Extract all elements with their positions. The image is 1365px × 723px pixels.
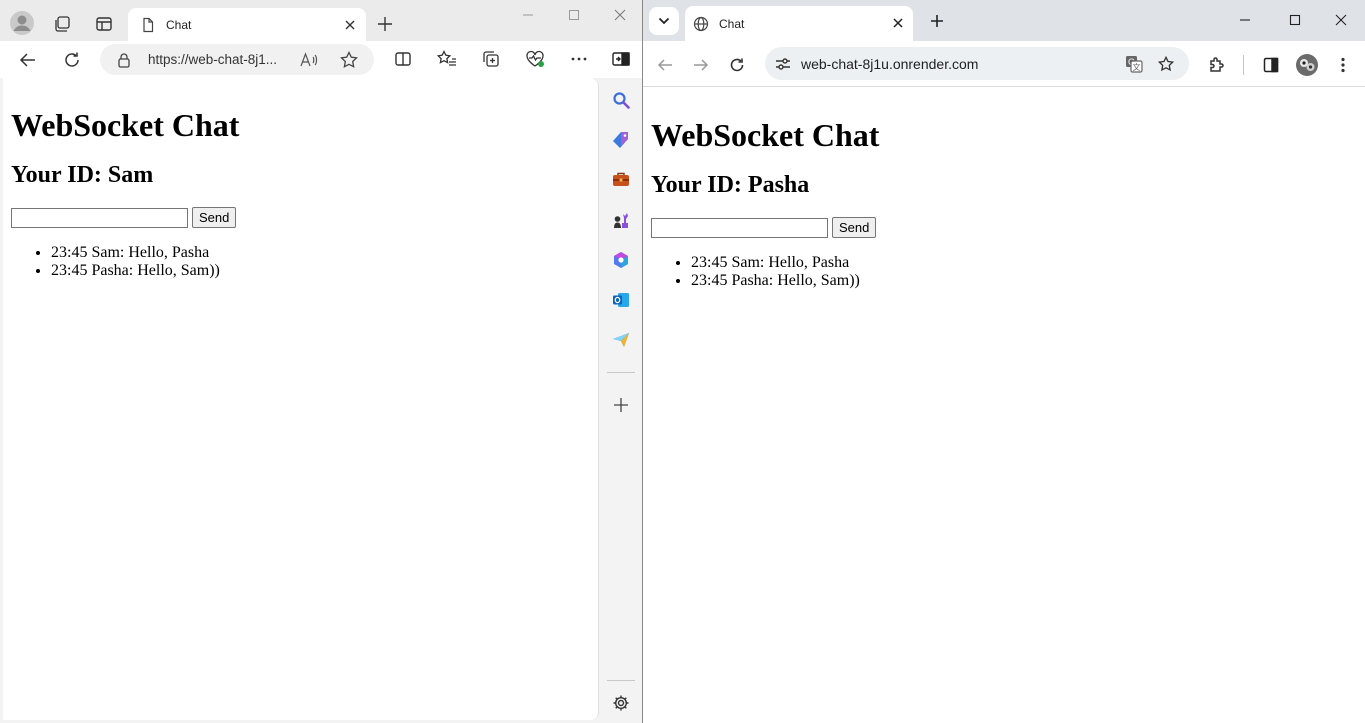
address-bar[interactable]: web-chat-8j1u.onrender.com G文 bbox=[765, 47, 1189, 80]
address-bar[interactable]: https://web-chat-8j1... bbox=[100, 44, 374, 75]
browser-essentials-icon[interactable] bbox=[522, 46, 548, 72]
star-icon[interactable] bbox=[338, 49, 360, 71]
send-icon[interactable] bbox=[610, 329, 632, 351]
message-input[interactable] bbox=[651, 217, 828, 238]
edge-title-bar: Chat bbox=[0, 0, 642, 41]
user-id-heading: Your ID: Sam bbox=[11, 162, 154, 188]
workspaces-icon[interactable] bbox=[50, 12, 74, 36]
tab-title: Chat bbox=[719, 16, 745, 31]
split-screen-icon[interactable] bbox=[390, 46, 416, 72]
back-arrow-icon[interactable] bbox=[14, 46, 42, 74]
user-id-heading: Your ID: Pasha bbox=[651, 172, 810, 198]
page-title: WebSocket Chat bbox=[651, 117, 880, 153]
briefcase-icon[interactable] bbox=[610, 169, 632, 191]
edge-sidebar bbox=[600, 78, 642, 723]
new-tab-icon[interactable] bbox=[372, 11, 398, 37]
more-options-icon[interactable] bbox=[566, 46, 592, 72]
message-list: 23:45 Sam: Hello, Pasha 23:45 Pasha: Hel… bbox=[11, 244, 590, 280]
document-icon bbox=[140, 17, 156, 33]
outlook-icon[interactable] bbox=[610, 289, 632, 311]
avatar[interactable] bbox=[1293, 51, 1321, 79]
minimize-icon[interactable] bbox=[1233, 8, 1257, 32]
message-item: 23:45 Sam: Hello, Pasha bbox=[691, 254, 1357, 272]
message-item: 23:45 Pasha: Hello, Sam)) bbox=[691, 272, 1357, 290]
tab-chat[interactable]: Chat bbox=[128, 8, 366, 41]
back-arrow-icon[interactable] bbox=[651, 51, 679, 79]
favorites-icon[interactable] bbox=[434, 46, 460, 72]
edge-page-viewport: WebSocket Chat Your ID: Sam Send 23:45 S… bbox=[3, 78, 599, 720]
site-info-icon[interactable] bbox=[771, 52, 795, 76]
chess-icon[interactable] bbox=[610, 209, 632, 231]
maximize-icon[interactable] bbox=[562, 4, 586, 26]
url-text: https://web-chat-8j1... bbox=[148, 52, 278, 67]
vertical-tabs-icon[interactable] bbox=[92, 12, 116, 36]
message-item: 23:45 Pasha: Hello, Sam)) bbox=[51, 262, 590, 280]
read-aloud-icon[interactable] bbox=[298, 49, 320, 71]
tag-icon[interactable] bbox=[610, 129, 632, 151]
tab-chat[interactable]: Chat bbox=[685, 6, 913, 41]
svg-text:文: 文 bbox=[1133, 62, 1141, 72]
settings-icon[interactable] bbox=[610, 692, 632, 714]
chat-page: WebSocket Chat Your ID: Sam Send 23:45 S… bbox=[3, 78, 598, 288]
translate-icon[interactable]: G文 bbox=[1123, 53, 1145, 75]
collections-icon[interactable] bbox=[478, 46, 504, 72]
message-input[interactable] bbox=[11, 207, 188, 228]
copilot-icon[interactable] bbox=[610, 249, 632, 271]
send-button[interactable]: Send bbox=[192, 207, 237, 228]
bookmark-star-icon[interactable] bbox=[1155, 53, 1177, 75]
add-icon[interactable] bbox=[610, 394, 632, 416]
sidebar-divider bbox=[607, 680, 635, 681]
new-tab-icon[interactable] bbox=[925, 9, 949, 33]
close-tab-icon[interactable] bbox=[340, 15, 360, 35]
lock-icon[interactable] bbox=[116, 52, 132, 68]
edge-toolbar: https://web-chat-8j1... bbox=[0, 41, 642, 78]
minimize-icon[interactable] bbox=[516, 4, 540, 26]
forward-arrow-icon[interactable] bbox=[687, 51, 715, 79]
side-panel-icon[interactable] bbox=[1257, 51, 1285, 79]
message-list: 23:45 Sam: Hello, Pasha 23:45 Pasha: Hel… bbox=[651, 254, 1357, 290]
sidebar-divider bbox=[607, 372, 635, 373]
globe-icon bbox=[693, 16, 709, 32]
message-item: 23:45 Sam: Hello, Pasha bbox=[51, 244, 590, 262]
message-form: Send bbox=[651, 217, 1357, 238]
close-tab-icon[interactable] bbox=[889, 14, 907, 32]
extensions-puzzle-icon[interactable] bbox=[1203, 51, 1231, 79]
send-button[interactable]: Send bbox=[832, 217, 877, 238]
sidebar-toggle-icon[interactable] bbox=[608, 46, 634, 72]
url-text: web-chat-8j1u.onrender.com bbox=[801, 56, 979, 72]
reload-icon[interactable] bbox=[58, 46, 86, 74]
search-icon[interactable] bbox=[610, 89, 632, 111]
chat-page: WebSocket Chat Your ID: Pasha Send 23:45… bbox=[643, 88, 1365, 298]
message-form: Send bbox=[11, 207, 590, 228]
tab-search-chevron-icon[interactable] bbox=[649, 7, 679, 35]
page-title: WebSocket Chat bbox=[11, 107, 240, 143]
edge-browser-window: Chat https://web-chat-8j1... WebSocket C… bbox=[0, 0, 642, 723]
chrome-toolbar: web-chat-8j1u.onrender.com G文 bbox=[643, 41, 1365, 87]
tab-title: Chat bbox=[166, 17, 192, 32]
close-window-icon[interactable] bbox=[608, 4, 632, 26]
chrome-page-viewport: WebSocket Chat Your ID: Pasha Send 23:45… bbox=[643, 88, 1365, 723]
toolbar-divider bbox=[1243, 55, 1244, 75]
chrome-browser-window: Chat web-chat-8j1u.onrender.com 文 WebSoc… bbox=[642, 0, 1365, 723]
kebab-menu-icon[interactable] bbox=[1329, 51, 1357, 79]
reload-icon[interactable] bbox=[723, 51, 751, 79]
profile-icon[interactable] bbox=[8, 9, 36, 37]
chrome-title-bar: Chat bbox=[643, 0, 1365, 41]
close-window-icon[interactable] bbox=[1329, 8, 1353, 32]
maximize-icon[interactable] bbox=[1283, 8, 1307, 32]
